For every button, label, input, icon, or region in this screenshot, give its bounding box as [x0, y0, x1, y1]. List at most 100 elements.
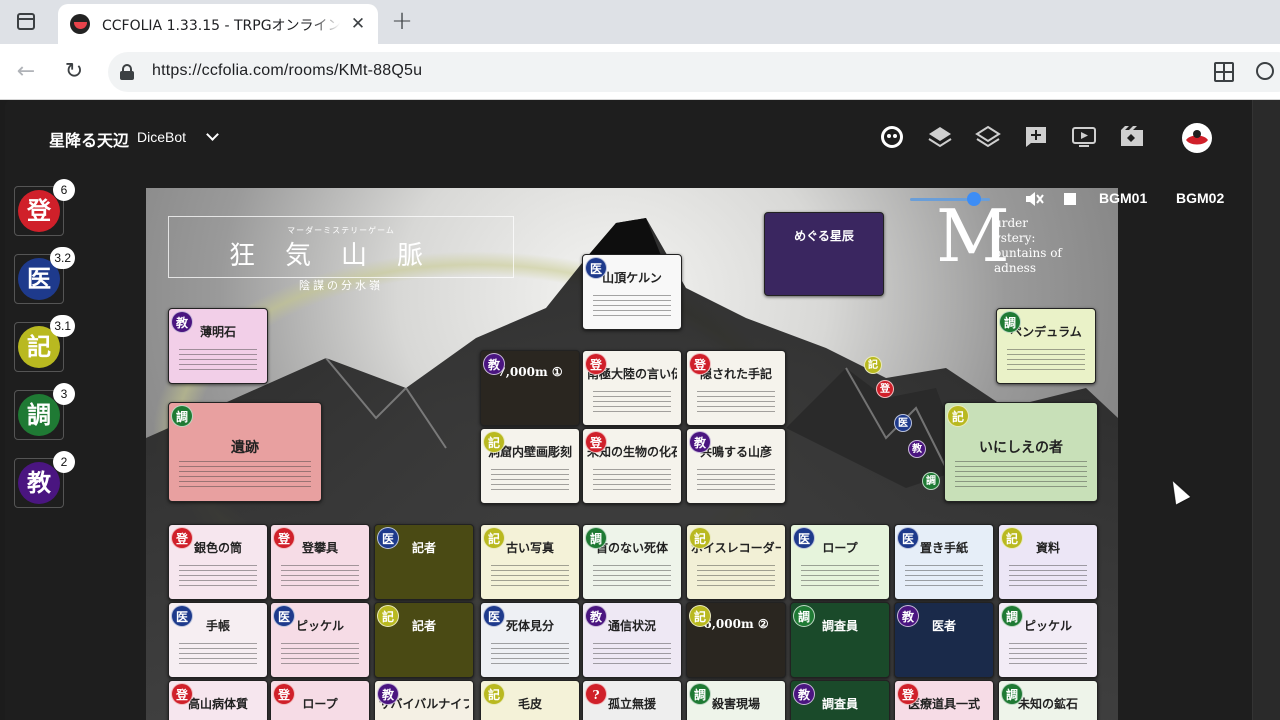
card-emblem: 登 [273, 683, 295, 705]
board-card[interactable]: 山頂ケルン医 [582, 254, 682, 330]
board-card[interactable]: いにしえの者記 [944, 402, 1098, 502]
board-card[interactable]: 登攀具登 [270, 524, 370, 600]
board-card[interactable]: 洞窟内壁画彫刻記 [480, 428, 580, 504]
board-card[interactable]: 未知の生物の化石登 [582, 428, 682, 504]
board-marker[interactable]: 記 [864, 356, 882, 374]
board-card[interactable]: 遺跡 調 [168, 402, 322, 502]
avatar-icon[interactable] [1181, 122, 1213, 154]
bgm02-button[interactable]: BGM02 [1176, 190, 1224, 206]
card-description [491, 565, 569, 587]
layers-icon[interactable] [927, 124, 953, 150]
card-description [593, 469, 671, 491]
face-icon[interactable] [879, 124, 905, 150]
card-description [491, 469, 569, 491]
board-card[interactable]: 薄明石教 [168, 308, 268, 384]
board-marker[interactable]: 調 [922, 472, 940, 490]
card-emblem: 医 [171, 605, 193, 627]
board-card[interactable]: ボイスレコーダー記 [686, 524, 786, 600]
board-card[interactable]: サバイバルナイフ教 [374, 680, 474, 720]
card-description [593, 565, 671, 587]
board-card[interactable]: 高山病体質登 [168, 680, 268, 720]
player-token[interactable]: 教2 [14, 451, 75, 508]
ccfolia-room: 星降る天辺 DiceBot 登 6 医 3.2 記 3.1 調 3 教 2 マー… [5, 100, 1280, 720]
board-card[interactable]: 孤立無援? [582, 680, 682, 720]
extensions-icon[interactable] [1214, 62, 1234, 82]
board-card[interactable]: ピッケル調 [998, 602, 1098, 678]
board-card[interactable]: 7,000m ①教 [480, 350, 580, 426]
board-card[interactable]: 置き手紙医 [894, 524, 994, 600]
card-emblem: 医 [793, 527, 815, 549]
board-card[interactable]: めぐる星辰 [764, 212, 884, 296]
room-name[interactable]: 星降る天辺 [49, 127, 129, 151]
player-token[interactable]: 記 3.1 [14, 315, 75, 372]
lock-icon[interactable] [120, 64, 134, 80]
card-title: いにしえの者 [979, 440, 1063, 456]
right-side-panel [1252, 100, 1280, 720]
board-card[interactable]: 南極大陸の言い伝承登 [582, 350, 682, 426]
stop-icon[interactable] [1064, 193, 1076, 205]
screen-icon[interactable] [1071, 124, 1097, 150]
board-card[interactable]: ロープ登 [270, 680, 370, 720]
board-marker[interactable]: 教 [908, 440, 926, 458]
browser-tab-bar: CCFOLIA 1.33.15 - TRPGオンラインセ ✕ + [0, 0, 1280, 44]
board-card[interactable]: 記者記 [374, 602, 474, 678]
board-card[interactable]: 医者教 [894, 602, 994, 678]
board-card[interactable]: 記者医 [374, 524, 474, 600]
bgm01-button[interactable]: BGM01 [1099, 190, 1147, 206]
player-token[interactable]: 調3 [14, 383, 75, 440]
board-card[interactable]: 銀色の筒登 [168, 524, 268, 600]
board-card[interactable]: 死体見分医 [480, 602, 580, 678]
card-emblem: 調 [171, 405, 193, 427]
card-emblem: 医 [585, 257, 607, 279]
movie-icon[interactable] [1119, 124, 1145, 150]
board-card[interactable]: 毛皮記 [480, 680, 580, 720]
url-field[interactable]: https://ccfolia.com/rooms/KMt-88Q5u [108, 52, 1280, 92]
mute-icon[interactable] [1024, 190, 1044, 208]
board-card[interactable]: 首のない死体調 [582, 524, 682, 600]
back-icon[interactable]: ← [14, 60, 38, 84]
player-token[interactable]: 医 3.2 [14, 247, 75, 304]
board-card[interactable]: 隠された手記登 [686, 350, 786, 426]
card-description [955, 461, 1087, 491]
layers-outline-icon[interactable] [975, 124, 1001, 150]
board-card[interactable]: 手帳医 [168, 602, 268, 678]
board-card[interactable]: ロープ医 [790, 524, 890, 600]
board-card[interactable]: 共鳴する山彦教 [686, 428, 786, 504]
board-card[interactable]: 調査員教 [790, 680, 890, 720]
browser-tab[interactable]: CCFOLIA 1.33.15 - TRPGオンラインセ ✕ [58, 4, 378, 44]
card-description [179, 643, 257, 665]
card-emblem: 調 [585, 527, 607, 549]
chevron-down-icon[interactable] [205, 128, 221, 144]
game-board[interactable]: マーダーミステリーゲーム 狂気山脈 陰謀の分水嶺 M urder ystery:… [146, 188, 1118, 720]
card-description [593, 295, 671, 317]
board-marker[interactable]: 登 [876, 380, 894, 398]
board-card[interactable]: ピッケル医 [270, 602, 370, 678]
player-token[interactable]: 登6 [14, 179, 75, 236]
zoom-icon[interactable] [1256, 62, 1274, 80]
logo-title: 狂気山脈 [228, 241, 453, 271]
close-tab-icon[interactable]: ✕ [348, 14, 368, 34]
add-message-icon[interactable] [1023, 124, 1049, 150]
board-card[interactable]: 資料記 [998, 524, 1098, 600]
board-card[interactable]: ペンデュラム調 [996, 308, 1096, 384]
board-card[interactable]: 6,000m ②記 [686, 602, 786, 678]
board-card[interactable]: 殺害現場調 [686, 680, 786, 720]
new-tab-icon[interactable]: + [390, 8, 414, 34]
card-description [1007, 349, 1085, 371]
card-emblem: 登 [273, 527, 295, 549]
card-emblem: 記 [377, 605, 399, 627]
board-card[interactable]: 古い写真記 [480, 524, 580, 600]
dicebot-label[interactable]: DiceBot [137, 129, 186, 145]
card-emblem: 調 [1001, 683, 1023, 705]
board-card[interactable]: 医療道具一式登 [894, 680, 994, 720]
board-marker[interactable]: 医 [894, 414, 912, 432]
board-card[interactable]: 通信状況教 [582, 602, 682, 678]
player-emblem: 教 [18, 462, 60, 504]
volume-knob[interactable] [967, 192, 981, 206]
card-description [697, 565, 775, 587]
reload-icon[interactable]: ↻ [62, 60, 86, 84]
board-card[interactable]: 調査員調 [790, 602, 890, 678]
board-card[interactable]: 未知の鉱石調 [998, 680, 1098, 720]
card-emblem: 教 [377, 683, 399, 705]
tab-list-icon[interactable] [14, 10, 38, 34]
